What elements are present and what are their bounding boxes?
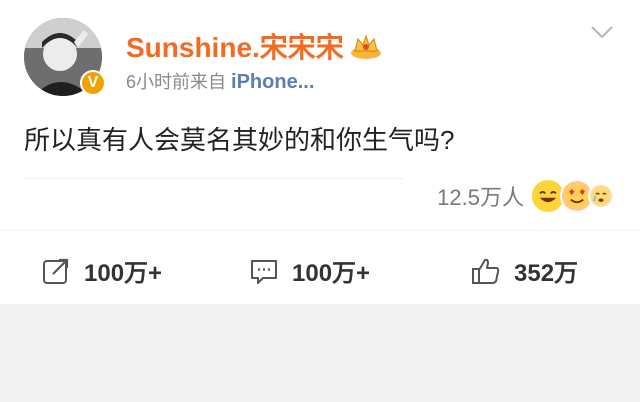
- comment-button[interactable]: 100万+: [248, 253, 370, 288]
- verified-badge-icon: V: [80, 70, 106, 96]
- share-button[interactable]: 100万+: [40, 253, 162, 288]
- username[interactable]: Sunshine.宋宋宋: [126, 26, 344, 66]
- weibo-post-card: V Sunshine.宋宋宋 6小时前来自 iPhone... 所以真有人会莫名…: [0, 0, 640, 304]
- comment-icon: [251, 259, 277, 284]
- name-row: Sunshine.宋宋宋: [126, 26, 382, 66]
- share-icon: [43, 258, 69, 284]
- post-device[interactable]: iPhone...: [231, 71, 314, 93]
- thumbs-up-icon: [472, 258, 500, 284]
- crown-icon: [350, 34, 381, 59]
- post-text: 所以真有人会莫名其妙的和你生气吗?: [24, 125, 455, 155]
- crying-emoji-icon: [588, 183, 614, 209]
- reader-count: 12.5万人: [437, 185, 524, 210]
- reaction-stats[interactable]: 12.5万人: [437, 178, 614, 214]
- post-via: 来自: [190, 72, 227, 92]
- post-meta: 6小时前来自 iPhone...: [126, 68, 314, 94]
- reaction-emojis: [530, 178, 614, 214]
- chevron-down-icon[interactable]: [590, 24, 614, 40]
- action-bar: 100万+ 100万+ 352万: [0, 230, 640, 305]
- share-count: 100万+: [84, 260, 163, 287]
- like-count: 352万: [514, 260, 579, 287]
- post-time: 6小时前: [126, 72, 191, 92]
- like-button[interactable]: 352万: [470, 253, 578, 288]
- divider: [24, 178, 404, 179]
- comment-count: 100万+: [292, 260, 371, 287]
